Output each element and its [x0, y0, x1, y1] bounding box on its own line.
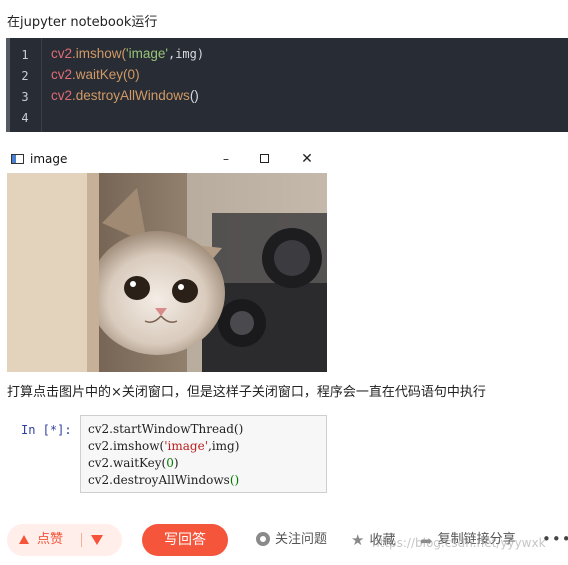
kitten-image — [7, 173, 327, 372]
upvote-label: 点赞 — [37, 532, 64, 547]
vote-group: 点赞 — [7, 524, 122, 556]
code-token: cv2 — [51, 88, 73, 103]
line-number: 3 — [21, 90, 29, 104]
cell-token: 'image' — [164, 439, 208, 453]
close-button[interactable]: ✕ — [287, 148, 327, 172]
code-line: cv2.imshow('image',img) — [51, 46, 204, 61]
code-token: () — [189, 88, 199, 103]
code-token: ) — [135, 67, 140, 82]
maximize-icon — [259, 154, 269, 163]
cell-token: cv2.imshow( — [88, 439, 165, 453]
maximize-button[interactable] — [244, 148, 284, 172]
jupyter-code-cell[interactable]: cv2.startWindowThread() cv2.imshow('imag… — [80, 415, 327, 493]
window-app-icon — [11, 154, 24, 164]
code-token: cv2 — [51, 67, 73, 82]
line-number: 2 — [21, 69, 29, 83]
intro-text: 在jupyter notebook运行 — [7, 15, 158, 30]
kitten-photo — [7, 173, 327, 372]
window-title: image — [30, 152, 68, 166]
cell-token: ) — [173, 456, 179, 470]
star-icon: ★ — [351, 531, 365, 549]
cell-line: cv2.waitKey(0) — [88, 456, 179, 470]
code-block: 1 2 3 4 cv2.imshow('image',img) cv2.wait… — [6, 38, 568, 132]
code-token: ,img) — [167, 47, 205, 61]
code-token: .waitKey( — [72, 67, 128, 82]
cell-prompt: In [*]: — [21, 423, 72, 437]
cell-token: cv2.destroyAllWindows — [88, 473, 230, 487]
watermark: https://blog.csdn.net/yyywxk — [372, 536, 546, 550]
upvote-icon — [19, 535, 29, 544]
upvote-button[interactable]: 点赞 — [19, 524, 63, 556]
cell-line: cv2.imshow('image',img) — [88, 439, 239, 453]
line-number: 1 — [21, 48, 29, 62]
line-number: 4 — [21, 111, 29, 125]
downvote-button[interactable] — [91, 535, 103, 545]
code-line: cv2.destroyAllWindows() — [51, 88, 199, 103]
cell-line: cv2.destroyAllWindows() — [88, 473, 239, 487]
cell-token: cv2.waitKey( — [88, 456, 167, 470]
write-answer-button[interactable]: 写回答 — [142, 524, 228, 556]
minimize-button[interactable]: – — [206, 148, 246, 172]
code-token: 'image' — [126, 46, 168, 61]
vote-divider — [81, 533, 82, 547]
code-token: .imshow( — [72, 46, 127, 61]
image-window: image – ✕ — [6, 148, 328, 373]
description-text: 打算点击图片中的×关闭窗口，但是这样子关闭窗口，程序会一直在代码语句中执行 — [7, 385, 486, 400]
follow-question-button[interactable]: 关注问题 — [256, 530, 327, 550]
cell-line: cv2.startWindowThread() — [88, 422, 244, 436]
follow-label: 关注问题 — [275, 532, 328, 547]
eye-icon — [256, 532, 270, 546]
window-titlebar[interactable]: image – ✕ — [6, 148, 328, 172]
cell-token: ,img) — [208, 439, 240, 453]
code-token: cv2 — [51, 46, 73, 61]
code-token: 0 — [127, 67, 136, 82]
code-token: .destroyAllWindows — [72, 88, 190, 103]
cell-token: () — [229, 473, 240, 487]
code-line: cv2.waitKey(0) — [51, 67, 140, 82]
cell-token: 0 — [166, 456, 174, 470]
